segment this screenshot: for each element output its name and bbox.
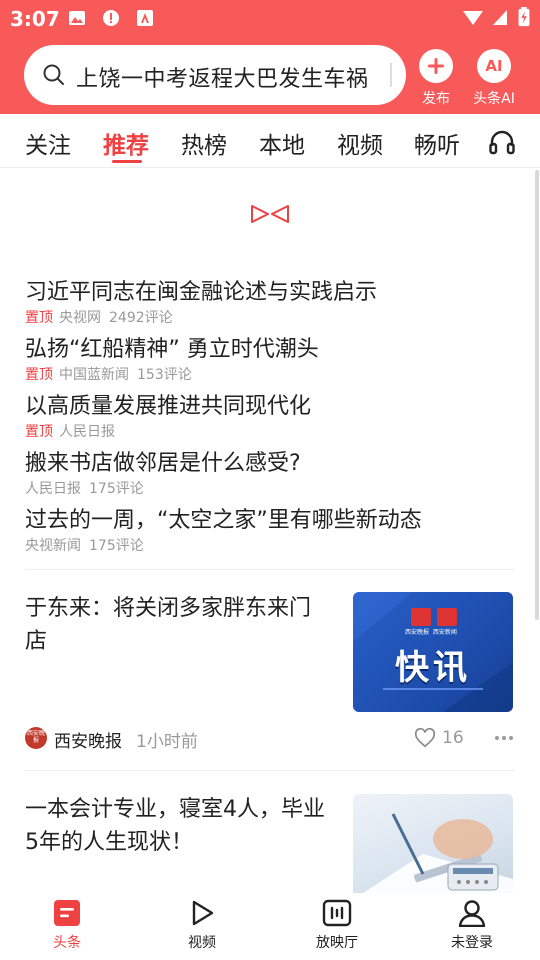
news-source: 人民日报 (59, 424, 115, 440)
user-icon (458, 900, 486, 927)
nav-label: 放映厅 (316, 935, 358, 951)
battery-icon (518, 7, 530, 27)
toutiao-ai-label: 头条AI (473, 91, 515, 107)
tab-video[interactable]: 视频 (337, 126, 383, 160)
publish-time: 1小时前 (136, 732, 198, 752)
like-count: 16 (442, 728, 464, 748)
more-options-icon[interactable] (493, 728, 515, 748)
search-icon (43, 64, 64, 85)
article-title[interactable]: 一本会计专业，寝室4人，毕业5年的人生现状！ (25, 793, 330, 859)
pinned-tag: 置顶 (25, 424, 53, 440)
scrollbar[interactable] (535, 170, 539, 620)
nav-label: 视频 (188, 935, 216, 951)
pinned-news-item[interactable]: 以高质量发展推进共同现代化 置顶 人民日报 (25, 388, 515, 441)
play-icon (192, 900, 214, 926)
news-source: 央视网 (59, 310, 101, 326)
comment-count: 153评论 (137, 367, 192, 383)
search-query[interactable]: 上饶一中考返程大巴发生车祸 (76, 61, 386, 93)
image-notification-icon (69, 11, 85, 25)
nav-video[interactable]: 视频 (157, 899, 247, 952)
nav-headline[interactable]: 头条 (22, 899, 112, 952)
article-title[interactable]: 于东来：将关闭多家胖东来门店 (25, 592, 330, 658)
wifi-icon (463, 11, 483, 25)
news-meta: 置顶 中国蓝新闻 153评论 (25, 364, 515, 384)
news-meta: 人民日报 175评论 (25, 478, 515, 498)
news-meta: 央视新闻 175评论 (25, 535, 515, 555)
tab-hot-list[interactable]: 热榜 (181, 126, 227, 160)
tab-listen[interactable]: 畅听 (414, 126, 460, 160)
signal-icon (493, 10, 507, 25)
tab-recommend[interactable]: 推荐 (103, 126, 149, 160)
tab-local[interactable]: 本地 (259, 126, 305, 160)
refresh-bow-icon (251, 205, 289, 223)
news-title: 过去的一周，“太空之家”里有哪些新动态 (25, 508, 422, 533)
toutiao-ai-button[interactable]: AI 头条AI (464, 47, 524, 107)
thumbnail-headline: 快讯 (395, 648, 471, 688)
alert-notification-icon (103, 10, 119, 26)
feed-divider (25, 569, 515, 570)
news-title: 搬来书店做邻居是什么感受? (25, 451, 301, 476)
theater-icon (322, 899, 352, 927)
source-logo[interactable]: 西安晚报 (25, 727, 47, 749)
news-meta: 置顶 央视网 2492评论 (25, 307, 515, 327)
headphones-icon[interactable] (488, 128, 516, 156)
news-source: 中国蓝新闻 (59, 367, 129, 383)
logo-badge (411, 608, 431, 626)
logo-badge (437, 608, 457, 626)
news-source: 央视新闻 (25, 538, 81, 554)
tab-follow[interactable]: 关注 (25, 126, 71, 160)
thumb-logo-text: 西安新闻 (432, 629, 457, 636)
headline-icon (54, 900, 80, 926)
status-time: 3:07 (10, 7, 60, 31)
nav-profile[interactable]: 未登录 (427, 899, 517, 952)
comment-count: 175评论 (89, 481, 144, 497)
pinned-tag: 置顶 (25, 367, 53, 383)
ai-icon: AI (477, 49, 511, 83)
comment-count: 175评论 (89, 538, 144, 554)
nav-theater[interactable]: 放映厅 (292, 899, 382, 952)
status-bar: 3:07 (0, 0, 540, 36)
news-meta: 置顶 人民日报 (25, 421, 515, 441)
publish-label: 发布 (422, 91, 450, 107)
thumbnail-decoration (383, 688, 483, 690)
news-title: 弘扬“红船精神” 勇立时代潮头 (25, 337, 319, 362)
app-header: 3:07 上饶一中考返程大巴发生车祸 发布 AI 头条AI (0, 0, 540, 114)
news-title: 以高质量发展推进共同现代化 (25, 394, 312, 419)
article-thumbnail[interactable]: 西安晚报 西安新闻 快讯 (353, 592, 513, 712)
search-divider (390, 63, 392, 87)
thumb-logo-text: 西安晚报 (405, 629, 430, 636)
feed-divider (25, 770, 515, 771)
thumbnail-graphic (363, 813, 513, 893)
channel-tabs: 关注 推荐 热榜 本地 视频 畅听 (0, 114, 540, 168)
search-bar[interactable]: 上饶一中考返程大巴发生车祸 (24, 45, 406, 105)
ai-badge: AI (485, 57, 503, 75)
news-title: 习近平同志在闽金融论述与实践启示 (25, 280, 378, 305)
article-meta: 西安晚报 西安晚报 1小时前 16 (25, 724, 515, 752)
plus-icon (419, 49, 453, 83)
thumbnail-logos: 西安晚报 西安新闻 (405, 627, 465, 636)
bottom-navigation: 头条 视频 放映厅 未登录 (0, 893, 540, 960)
news-source: 人民日报 (25, 481, 81, 497)
nav-label: 未登录 (451, 935, 493, 951)
article-thumbnail[interactable] (353, 794, 513, 893)
pinned-tag: 置顶 (25, 310, 53, 326)
news-item[interactable]: 过去的一周，“太空之家”里有哪些新动态 央视新闻 175评论 (25, 502, 515, 555)
font-notification-icon (137, 10, 153, 26)
source-name[interactable]: 西安晚报 (54, 727, 122, 752)
pinned-news-item[interactable]: 习近平同志在闽金融论述与实践启示 置顶 央视网 2492评论 (25, 274, 515, 327)
active-tab-indicator (112, 160, 142, 163)
pinned-news-item[interactable]: 弘扬“红船精神” 勇立时代潮头 置顶 中国蓝新闻 153评论 (25, 331, 515, 384)
comment-count: 2492评论 (109, 310, 173, 326)
heart-icon[interactable] (414, 727, 436, 749)
publish-button[interactable]: 发布 (406, 47, 466, 107)
news-item[interactable]: 搬来书店做邻居是什么感受? 人民日报 175评论 (25, 445, 515, 498)
nav-label: 头条 (53, 935, 81, 951)
